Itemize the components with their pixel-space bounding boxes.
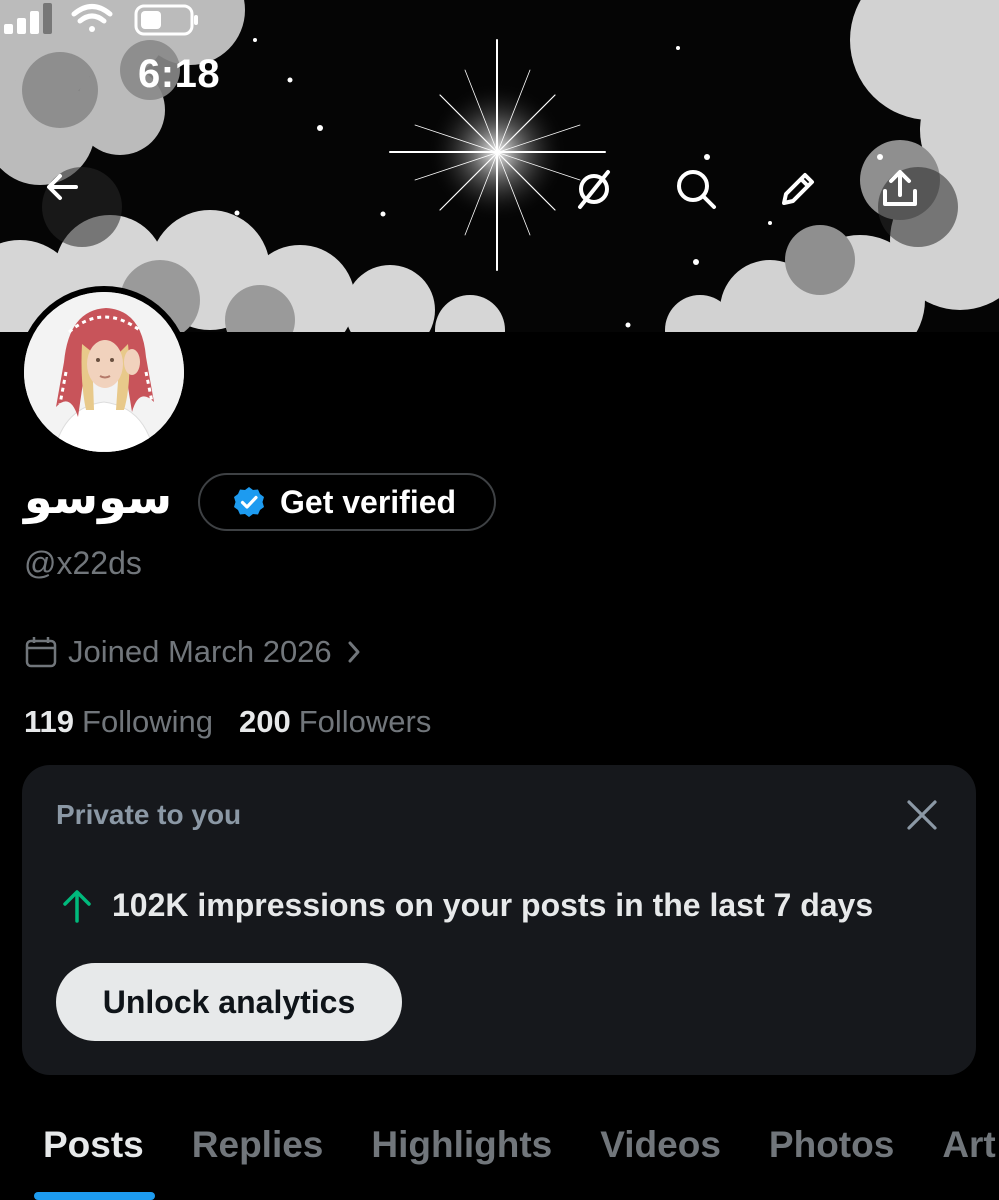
- get-verified-label: Get verified: [280, 483, 457, 520]
- search-button[interactable]: [674, 167, 754, 247]
- follow-stats: 119 Following 200 Followers: [24, 704, 431, 740]
- tab-replies[interactable]: Replies: [192, 1118, 324, 1200]
- avatar[interactable]: [18, 286, 190, 458]
- calendar-icon: [25, 637, 57, 668]
- status-time: 6:18: [138, 52, 221, 96]
- close-card-button[interactable]: [902, 795, 942, 835]
- tab-photos[interactable]: Photos: [769, 1118, 894, 1200]
- arrow-left-icon: [47, 174, 78, 200]
- tab-videos[interactable]: Videos: [600, 1118, 721, 1200]
- impressions-text: 102K impressions on your posts in the la…: [112, 887, 874, 923]
- verified-badge-icon: [234, 487, 264, 517]
- unlock-analytics-button[interactable]: Unlock analytics: [56, 963, 402, 1041]
- share-icon: [883, 170, 917, 206]
- profile-page: 6:18 سوسو Get verified @x22ds Joined Mar…: [0, 0, 999, 1200]
- slash-circle-icon: [578, 170, 610, 209]
- profile-tabs: Posts Replies Highlights Videos Photos A…: [0, 1118, 999, 1200]
- search-icon: [677, 170, 716, 209]
- chevron-right-icon: [348, 641, 360, 663]
- avatar-image: [24, 292, 184, 452]
- private-analytics-card: Private to you 102K impressions on your …: [22, 765, 976, 1075]
- battery-icon: [134, 4, 198, 36]
- close-icon: [907, 800, 937, 830]
- arrow-up-icon: [63, 889, 91, 923]
- get-verified-button[interactable]: Get verified: [198, 473, 496, 531]
- joined-date-link[interactable]: Joined March 2026: [24, 632, 366, 672]
- following-count: 119: [24, 704, 75, 739]
- tab-highlights[interactable]: Highlights: [371, 1118, 552, 1200]
- back-button[interactable]: [42, 167, 122, 247]
- followers-label: Followers: [298, 704, 432, 739]
- followers-link[interactable]: 200 Followers: [239, 704, 431, 740]
- active-tab-indicator: [34, 1192, 155, 1200]
- banner-image: [0, 0, 999, 332]
- signal-icon: [4, 3, 52, 34]
- joined-date-text: Joined March 2026: [68, 634, 332, 669]
- wifi-icon: [71, 4, 113, 32]
- following-label: Following: [82, 704, 213, 739]
- tab-articles[interactable]: Art: [942, 1118, 995, 1200]
- card-title: Private to you: [56, 799, 242, 830]
- pencil-icon: [782, 173, 814, 205]
- profile-handle: @x22ds: [24, 545, 142, 581]
- status-icons: [4, 3, 198, 36]
- profile-banner[interactable]: 6:18: [0, 0, 999, 332]
- edit-button[interactable]: [776, 167, 856, 247]
- following-link[interactable]: 119 Following: [24, 704, 213, 740]
- share-button[interactable]: [878, 167, 958, 247]
- tab-posts[interactable]: Posts: [43, 1118, 144, 1200]
- grok-button[interactable]: [572, 167, 652, 247]
- followers-count: 200: [238, 704, 291, 739]
- impressions-row: 102K impressions on your posts in the la…: [60, 887, 873, 924]
- profile-name: سوسو: [24, 470, 173, 524]
